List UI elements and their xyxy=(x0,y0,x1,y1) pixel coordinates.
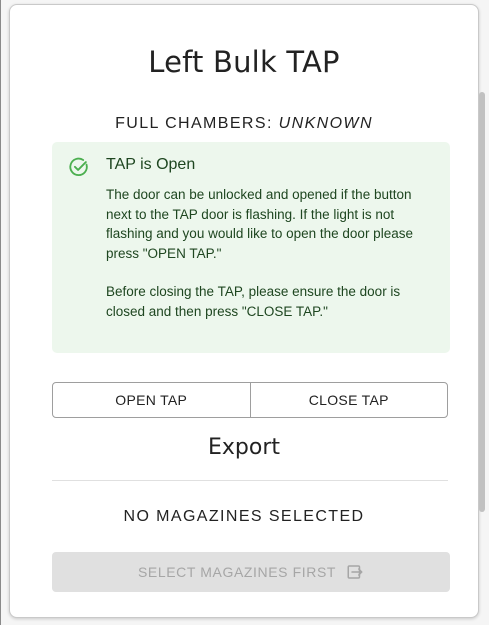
magazines-status: NO MAGAZINES SELECTED xyxy=(123,508,365,525)
tap-button-group: OPEN TAP CLOSE TAP xyxy=(52,382,448,418)
window-edge xyxy=(0,0,1,625)
select-magazines-button[interactable]: SELECT MAGAZINES FIRST xyxy=(52,552,450,592)
select-magazines-label: SELECT MAGAZINES FIRST xyxy=(137,564,337,580)
full-chambers-label: FULL CHAMBERS: xyxy=(115,115,273,132)
export-title: Export xyxy=(207,435,280,460)
close-tap-button[interactable]: CLOSE TAP xyxy=(249,383,448,417)
check-circle-icon xyxy=(69,157,88,176)
full-chambers-value: UNKNOWN xyxy=(278,115,373,132)
alert-message: The door can be unlocked and opened if t… xyxy=(106,185,436,340)
export-icon xyxy=(347,565,363,579)
tap-card: Left Bulk TAP FULL CHAMBERS: UNKNOWN TAP… xyxy=(9,4,479,618)
tap-open-alert: TAP is Open The door can be unlocked and… xyxy=(52,142,450,353)
open-tap-button[interactable]: OPEN TAP xyxy=(53,383,250,417)
card-title: Left Bulk TAP xyxy=(148,45,340,79)
alert-title: TAP is Open xyxy=(106,156,196,173)
window-frame: Left Bulk TAP FULL CHAMBERS: UNKNOWN TAP… xyxy=(0,0,489,625)
alert-paragraph-open: The door can be unlocked and opened if t… xyxy=(106,187,413,261)
full-chambers-status: FULL CHAMBERS: UNKNOWN xyxy=(10,115,478,133)
alert-paragraph-close: Before closing the TAP, please ensure th… xyxy=(106,284,401,319)
scrollbar-thumb[interactable] xyxy=(479,92,485,512)
export-divider xyxy=(52,480,448,481)
